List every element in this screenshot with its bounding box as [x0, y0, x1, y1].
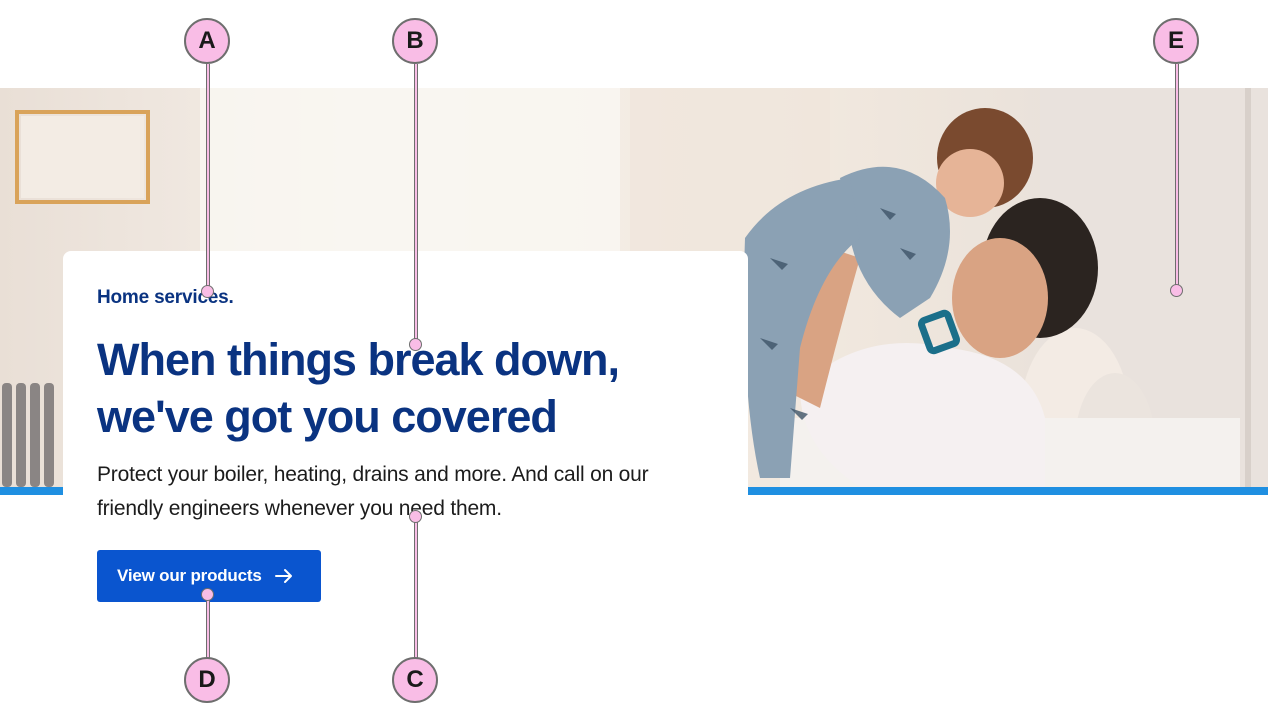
- hero-headline-line-1: When things break down,: [97, 334, 620, 385]
- callout-b-leader: [414, 64, 418, 344]
- callout-c-leader: [414, 518, 418, 660]
- view-products-label: View our products: [117, 566, 262, 585]
- hero-card: Home services. When things break down, w…: [63, 251, 748, 651]
- callout-c-anchor: [409, 510, 422, 523]
- callout-e-leader: [1175, 64, 1179, 290]
- callout-c: C: [392, 657, 438, 703]
- hero-description-line-2: friendly engineers whenever you need the…: [97, 497, 502, 520]
- callout-e: E: [1153, 18, 1199, 64]
- arrow-right-icon: [274, 566, 294, 586]
- callout-d-leader: [206, 596, 210, 660]
- hero-headline-line-2: we've got you covered: [97, 391, 558, 442]
- callout-d: D: [184, 657, 230, 703]
- hero-description-line-1: Protect your boiler, heating, drains and…: [97, 463, 649, 486]
- callout-d-anchor: [201, 588, 214, 601]
- callout-b-anchor: [409, 338, 422, 351]
- callout-a-leader: [206, 64, 210, 292]
- callout-a: A: [184, 18, 230, 64]
- callout-b: B: [392, 18, 438, 64]
- callout-a-anchor: [201, 285, 214, 298]
- callout-e-anchor: [1170, 284, 1183, 297]
